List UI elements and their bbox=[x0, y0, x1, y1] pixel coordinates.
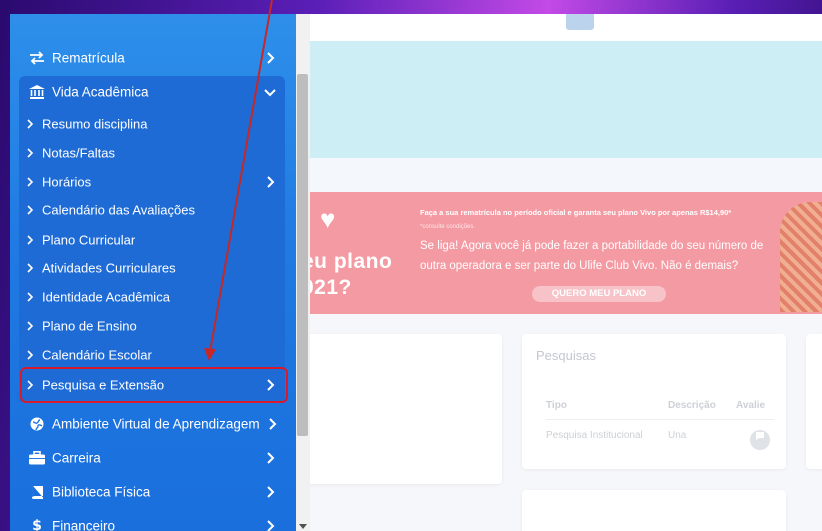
submenu-item-resumo-disciplina[interactable]: Resumo disciplina bbox=[10, 111, 296, 137]
chevron-down-icon bbox=[264, 89, 276, 97]
submenu-item-label: Notas/Faltas bbox=[42, 145, 115, 161]
submenu-item-plano-curricular[interactable]: Plano Curricular bbox=[10, 227, 296, 253]
sidebar: Rematrícula Vida Acadêmica Resumo discip… bbox=[10, 14, 296, 531]
pesquisas-table-header: Tipo Descrição Avalie bbox=[546, 398, 774, 420]
submenu-item-label: Identidade Acadêmica bbox=[42, 289, 170, 305]
sidebar-scrollbar[interactable] bbox=[296, 14, 310, 531]
scroll-down-arrow-icon[interactable] bbox=[298, 521, 308, 531]
sidebar-item-label: Ambiente Virtual de Aprendizagem bbox=[52, 416, 260, 432]
submenu-item-label: Plano de Ensino bbox=[42, 318, 137, 334]
briefcase-icon bbox=[28, 450, 46, 466]
institution-icon bbox=[28, 84, 46, 100]
submenu-item-label: Atividades Curriculares bbox=[42, 260, 176, 276]
heart-icon: ♥ bbox=[320, 204, 336, 234]
chevron-right-icon bbox=[27, 321, 34, 331]
sidebar-item-label: Financeiro bbox=[52, 518, 116, 531]
chat-bubble-icon[interactable] bbox=[750, 430, 770, 450]
promo-headline-1: eu plano bbox=[302, 250, 393, 273]
column-header: Avalie bbox=[736, 400, 766, 411]
sidebar-item-rematricula[interactable]: Rematrícula bbox=[10, 42, 296, 74]
promo-cta-button[interactable]: QUERO MEU PLANO bbox=[532, 286, 666, 302]
chevron-right-icon bbox=[27, 177, 34, 187]
sidebar-item-carreira[interactable]: Carreira bbox=[10, 442, 296, 474]
chevron-right-icon bbox=[27, 263, 34, 273]
search-button[interactable] bbox=[566, 14, 594, 30]
submenu-item-notas-faltas[interactable]: Notas/Faltas bbox=[10, 140, 296, 166]
chevron-right-icon bbox=[27, 350, 34, 360]
chevron-right-icon bbox=[27, 119, 34, 129]
submenu-item-horarios[interactable]: Horários bbox=[10, 169, 296, 195]
chevron-right-icon bbox=[267, 452, 275, 464]
chevron-right-icon bbox=[27, 292, 34, 302]
content-card bbox=[522, 490, 786, 531]
sidebar-item-label: Biblioteca Física bbox=[52, 484, 151, 500]
submenu-item-atividades-curriculares[interactable]: Atividades Curriculares bbox=[10, 255, 296, 281]
promo-disclaimer: *consulte condições. bbox=[420, 224, 476, 230]
promo-offer-text: Faça a sua rematrícula no período oficia… bbox=[420, 208, 732, 217]
submenu-item-calendario-avaliacoes[interactable]: Calendário das Avaliações bbox=[10, 197, 296, 223]
content-card bbox=[806, 334, 822, 469]
column-header: Tipo bbox=[546, 400, 567, 411]
chevron-right-icon bbox=[267, 520, 275, 531]
submenu-item-label: Horários bbox=[42, 174, 92, 190]
book-icon bbox=[28, 484, 46, 500]
submenu-item-calendario-escolar[interactable]: Calendário Escolar bbox=[10, 342, 296, 368]
globe-icon bbox=[28, 416, 46, 432]
chevron-right-icon bbox=[27, 235, 34, 245]
chevron-right-icon bbox=[269, 418, 277, 430]
sidebar-item-financeiro[interactable]: $ Financeiro bbox=[10, 510, 296, 531]
table-cell: Una bbox=[668, 430, 687, 441]
table-cell: Pesquisa Institucional bbox=[546, 430, 643, 441]
sidebar-item-label: Vida Acadêmica bbox=[52, 84, 149, 100]
table-row[interactable]: Pesquisa Institucional Una bbox=[546, 430, 774, 454]
promo-person-image bbox=[780, 202, 822, 312]
sidebar-item-label: Rematrícula bbox=[52, 50, 125, 66]
chevron-right-icon bbox=[267, 176, 275, 188]
submenu-item-label: Resumo disciplina bbox=[42, 116, 148, 132]
scrollbar-thumb[interactable] bbox=[297, 74, 308, 436]
chevron-right-icon bbox=[27, 205, 34, 215]
sidebar-item-ambiente-virtual[interactable]: Ambiente Virtual de Aprendizagem bbox=[10, 408, 296, 440]
submenu-item-label: Calendário Escolar bbox=[42, 347, 152, 363]
sidebar-item-biblioteca-fisica[interactable]: Biblioteca Física bbox=[10, 476, 296, 508]
dollar-icon: $ bbox=[32, 518, 42, 531]
pesquisas-title: Pesquisas bbox=[536, 348, 596, 363]
pesquisas-card: Pesquisas Tipo Descrição Avalie Pesquisa… bbox=[522, 334, 786, 469]
submenu-item-label: Calendário das Avaliações bbox=[42, 202, 195, 218]
submenu-item-plano-de-ensino[interactable]: Plano de Ensino bbox=[10, 313, 296, 339]
promo-text-2: outra operadora e ser parte do Ulife Clu… bbox=[420, 260, 739, 272]
chevron-right-icon bbox=[267, 486, 275, 498]
submenu-item-identidade-academica[interactable]: Identidade Acadêmica bbox=[10, 284, 296, 310]
chevron-right-icon bbox=[27, 148, 34, 158]
highlight-annotation bbox=[20, 367, 288, 403]
sidebar-item-vida-academica[interactable]: Vida Acadêmica bbox=[10, 76, 296, 108]
column-header: Descrição bbox=[668, 400, 716, 411]
submenu-item-label: Plano Curricular bbox=[42, 232, 136, 248]
sidebar-item-label: Carreira bbox=[52, 450, 101, 466]
promo-text-1: Se liga! Agora você já pode fazer a port… bbox=[420, 240, 764, 252]
swap-arrows-icon bbox=[28, 50, 46, 66]
chevron-right-icon bbox=[267, 52, 275, 64]
